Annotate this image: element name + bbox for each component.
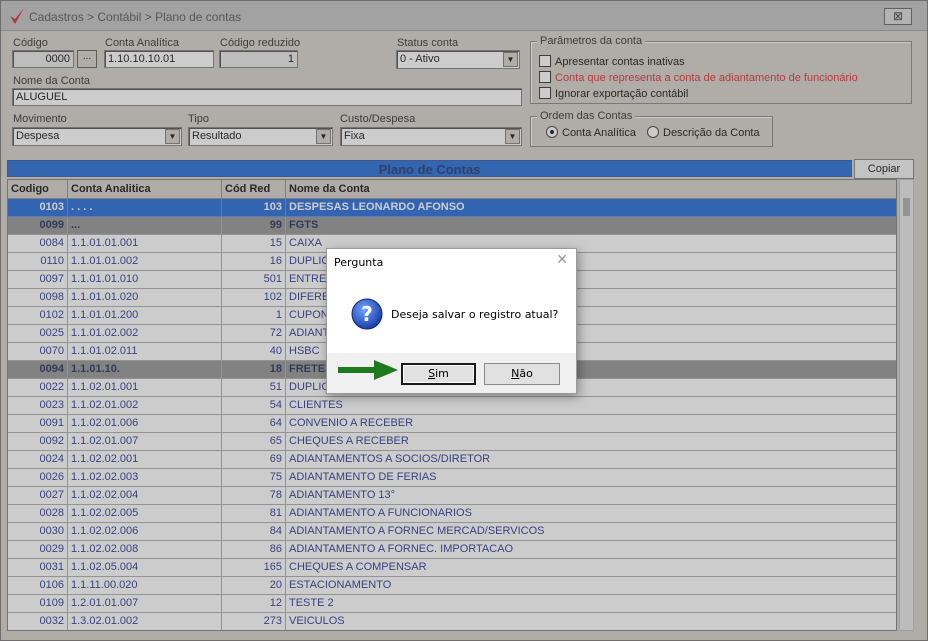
dialog-title: Pergunta: [334, 256, 384, 269]
dialog-message: Deseja salvar o registro atual?: [391, 308, 559, 321]
no-button[interactable]: Não: [484, 363, 560, 385]
svg-text:?: ?: [361, 302, 373, 326]
arrow-right-icon: [338, 360, 398, 380]
yes-button[interactable]: Sim: [401, 363, 476, 385]
no-label: ão: [519, 367, 533, 380]
yes-label: im: [435, 367, 449, 380]
question-icon: ?: [351, 298, 383, 330]
close-icon[interactable]: ✕: [556, 252, 568, 268]
